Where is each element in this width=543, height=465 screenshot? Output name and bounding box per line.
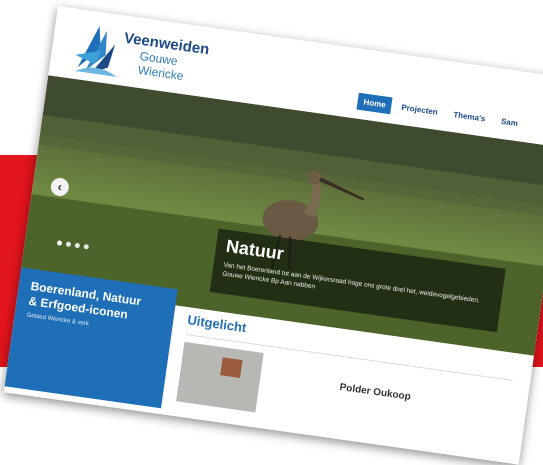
reed-logo-icon bbox=[75, 25, 117, 77]
nav-item-projecten[interactable]: Projecten bbox=[394, 98, 444, 122]
slider-dot-3[interactable] bbox=[74, 242, 81, 249]
thumbnail-figure bbox=[220, 357, 243, 378]
promo-block[interactable]: Boerenland, Natuur & Erfgoed-iconen Gebi… bbox=[4, 267, 178, 409]
slider-dot-2[interactable] bbox=[65, 241, 72, 248]
logo-subtitle-line2: Wiericke bbox=[136, 62, 185, 84]
nav-item-sam[interactable]: Sam bbox=[494, 112, 525, 133]
featured-thumbnail[interactable] bbox=[176, 341, 264, 413]
slider-dot-1[interactable] bbox=[56, 240, 63, 246]
browser-screenshot: Veenweiden Gouwe Wiericke Co Home Projec… bbox=[3, 6, 543, 465]
slider-dot-4[interactable] bbox=[83, 243, 90, 250]
nav-item-themas[interactable]: Thema's bbox=[446, 105, 492, 128]
featured-item-title[interactable]: Polder Oukoop bbox=[339, 382, 412, 403]
nav-item-home[interactable]: Home bbox=[356, 92, 393, 115]
